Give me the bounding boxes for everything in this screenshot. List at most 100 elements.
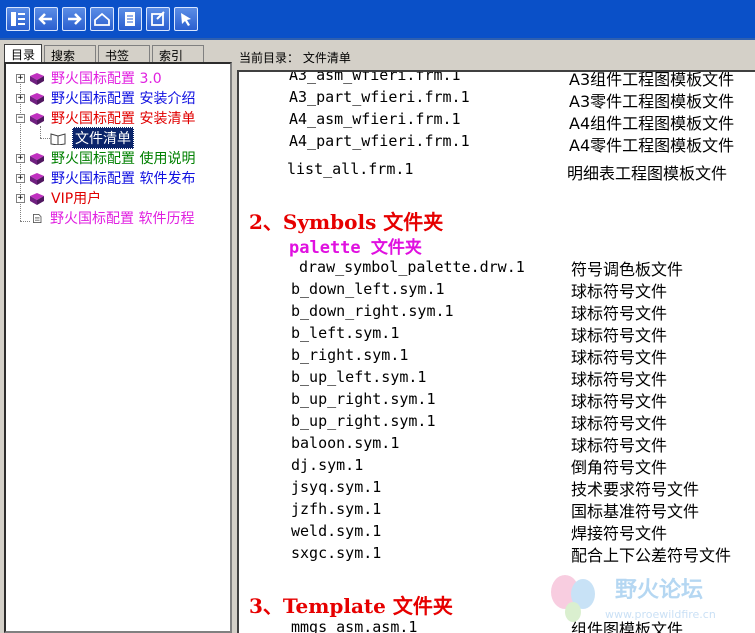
expand-icon[interactable]: + (16, 73, 25, 83)
section-heading: 2、Symbols 文件夹 (249, 210, 444, 234)
file-name: list_all.frm.1 (287, 160, 414, 178)
tree-connector (40, 138, 50, 139)
file-name: sxgc.sym.1 (291, 544, 382, 562)
file-name: b_left.sym.1 (291, 324, 400, 342)
file-desc: 球标符号文件 (571, 414, 668, 433)
file-desc: 明细表工程图模板文件 (567, 164, 728, 183)
current-path-label: 当前目录： 文件清单 (239, 51, 351, 65)
pointer-button[interactable] (174, 7, 198, 31)
print-button[interactable] (118, 7, 142, 31)
tree-toggle-icon (11, 12, 25, 26)
nav-tabs: 目录 搜索 书签 索引 (4, 44, 232, 63)
tree-item-label: VIP用户 (51, 191, 102, 207)
file-name: b_up_left.sym.1 (291, 368, 427, 386)
document-icon (33, 213, 42, 223)
file-desc: 技术要求符号文件 (571, 480, 700, 499)
file-desc: 国标基准符号文件 (571, 502, 700, 521)
expand-icon[interactable]: + (16, 173, 25, 183)
forward-arrow-icon (68, 13, 82, 25)
file-name: draw_symbol_palette.drw.1 (299, 258, 525, 276)
contents-tree: + 野火国标配置 3.0 + 野火国标配置 安装介绍 − 野火国标配置 安装清单… (4, 62, 232, 633)
file-desc: A4组件工程图模板文件 (569, 114, 735, 133)
watermark-text: 野火论坛 (615, 578, 704, 603)
tree-item-label: 野火国标配置 3.0 (51, 71, 162, 87)
file-desc: 球标符号文件 (571, 326, 668, 345)
file-name: A3_part_wfieri.frm.1 (289, 88, 470, 106)
tree-item-label: 野火国标配置 使用说明 (51, 151, 196, 167)
file-name: mmgs_asm.asm.1 (291, 618, 418, 633)
tab-contents[interactable]: 目录 (4, 44, 43, 63)
tree-item-label: 野火国标配置 软件历程 (50, 211, 195, 227)
tree-item-label: 野火国标配置 安装介绍 (51, 91, 196, 107)
tree-item-file-list[interactable]: 文件清单 (50, 127, 134, 149)
tree-item-usage[interactable]: + 野火国标配置 使用说明 (16, 148, 195, 168)
tree-item-label: 野火国标配置 软件发布 (51, 171, 196, 187)
file-name: baloon.sym.1 (291, 434, 400, 452)
tree-item-history[interactable]: 野火国标配置 软件历程 (32, 208, 194, 228)
tree-item-vip[interactable]: + VIP用户 (16, 188, 101, 208)
subsection-heading: palette 文件夹 (289, 238, 422, 258)
file-desc: 焊接符号文件 (571, 524, 668, 543)
tree-connector (20, 221, 30, 222)
file-desc: 球标符号文件 (571, 348, 668, 367)
tree-item-3-0[interactable]: + 野火国标配置 3.0 (16, 68, 162, 88)
tab-index[interactable]: 索引 (152, 45, 205, 63)
file-name: A4_part_wfieri.frm.1 (289, 132, 470, 150)
butterfly-logo-icon (551, 575, 595, 622)
file-name: weld.sym.1 (291, 522, 382, 540)
file-name: A3_asm_wfieri.frm.1 (289, 70, 461, 84)
book-icon (30, 72, 44, 85)
file-desc: 符号调色板文件 (571, 260, 684, 279)
book-icon (30, 172, 44, 185)
toolbar (0, 0, 755, 40)
file-desc: 球标符号文件 (571, 304, 668, 323)
tree-toggle-button[interactable] (6, 7, 30, 31)
options-icon (151, 11, 165, 26)
file-name: b_up_right.sym.1 (291, 390, 436, 408)
file-desc: A3组件工程图模板文件 (569, 70, 735, 89)
watermark-url: www.proewildfire.cn (605, 608, 716, 621)
tree-item-install-intro[interactable]: + 野火国标配置 安装介绍 (16, 88, 195, 108)
file-desc: 倒角符号文件 (571, 458, 668, 477)
file-desc: A3零件工程图模板文件 (569, 92, 735, 111)
forum-watermark: 野火论坛 www.proewildfire.cn (545, 568, 755, 633)
file-desc: 球标符号文件 (571, 436, 668, 455)
file-desc: 球标符号文件 (571, 392, 668, 411)
tree-item-label: 文件清单 (72, 127, 134, 149)
book-icon (30, 152, 44, 165)
file-name: b_right.sym.1 (291, 346, 409, 364)
open-book-icon (50, 132, 66, 145)
tab-search[interactable]: 搜索 (44, 45, 97, 63)
tree-item-install-list[interactable]: − 野火国标配置 安装清单 (16, 108, 195, 128)
section-heading: 3、Template 文件夹 (249, 594, 453, 618)
file-name: jsyq.sym.1 (291, 478, 382, 496)
forward-button[interactable] (62, 7, 86, 31)
tree-item-label: 野火国标配置 安装清单 (51, 111, 196, 127)
home-icon (94, 12, 110, 26)
back-button[interactable] (34, 7, 58, 31)
expand-icon[interactable]: + (16, 93, 25, 103)
file-desc: 球标符号文件 (571, 282, 668, 301)
file-desc: 球标符号文件 (571, 370, 668, 389)
file-name: b_up_right.sym.1 (291, 412, 436, 430)
pointer-icon (181, 13, 191, 26)
file-name: b_down_left.sym.1 (291, 280, 445, 298)
file-desc: A4零件工程图模板文件 (569, 136, 735, 155)
options-button[interactable] (146, 7, 170, 31)
file-desc: 配合上下公差符号文件 (571, 546, 732, 565)
expand-icon[interactable]: + (16, 193, 25, 203)
file-name: dj.sym.1 (291, 456, 364, 474)
tree-item-release[interactable]: + 野火国标配置 软件发布 (16, 168, 195, 188)
book-icon (30, 112, 44, 125)
tab-bookmarks[interactable]: 书签 (98, 45, 151, 63)
back-arrow-icon (38, 13, 52, 25)
file-name: jzfh.sym.1 (291, 500, 382, 518)
expand-icon[interactable]: + (16, 153, 25, 163)
file-name: b_down_right.sym.1 (291, 302, 454, 320)
home-button[interactable] (90, 7, 114, 31)
print-icon (125, 12, 135, 26)
collapse-icon[interactable]: − (16, 113, 25, 123)
content-pane: A3_asm_wfieri.frm.1 A3组件工程图模板文件 A3_part_… (237, 70, 755, 633)
book-icon (30, 92, 44, 105)
book-icon (30, 192, 44, 205)
